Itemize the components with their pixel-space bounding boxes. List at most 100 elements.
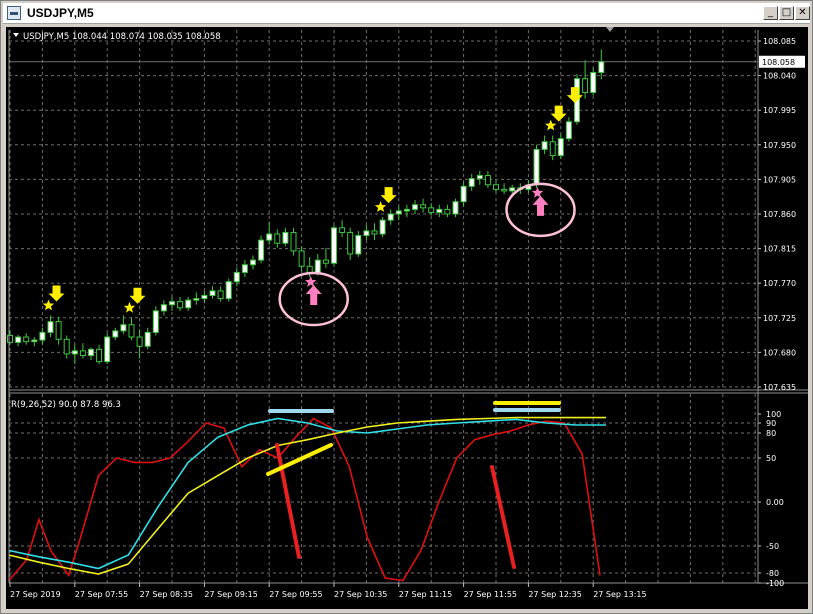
candle-body [395, 210, 402, 215]
indicator-tick-label: -50 [766, 542, 779, 551]
candle-body [533, 148, 540, 186]
candle-body [274, 233, 281, 244]
price-tick-label: 107.860 [763, 210, 796, 219]
price-tick-label: 107.635 [763, 383, 796, 392]
sell-signal-arrow [48, 285, 65, 302]
indicator-series-r26 [8, 417, 606, 570]
time-tick-label: 27 Sep 07:55 [75, 590, 128, 599]
buy-signal-arrow [532, 195, 549, 216]
candle-body [541, 141, 548, 150]
candle-body [403, 208, 410, 212]
candle-body [88, 348, 94, 356]
price-tick-label: 108.040 [763, 72, 796, 81]
up-arrow-icon [532, 195, 549, 216]
candle-body [177, 301, 184, 309]
candle-body [201, 295, 208, 300]
indicator-tick-label: -100 [766, 579, 784, 588]
price-tick-label: 107.995 [763, 106, 796, 115]
candle-body [549, 141, 556, 157]
candle-body [250, 259, 256, 266]
chart-header-text: USDJPY,M5 108.044 108.074 108.035 108.05… [23, 32, 221, 42]
chart-area[interactable]: 108.085 108.040 107.995 107.950 107.905 107.8… [6, 27, 808, 609]
candle-body [557, 138, 564, 157]
time-tick-label: 27 Sep 12:35 [528, 590, 581, 599]
candle-body [460, 185, 467, 203]
candle-body [112, 330, 119, 338]
price-tick-label: 107.680 [763, 348, 796, 357]
candle-body [241, 264, 248, 273]
candle-body [452, 201, 459, 215]
candle-body [31, 339, 38, 343]
chart-canvas[interactable]: 108.085 108.040 107.995 107.950 107.905 107.8… [6, 27, 808, 609]
candle-body [23, 336, 30, 343]
buy-signal-star-icon [305, 276, 317, 287]
title-bar[interactable]: USDJPY,M5 _ □ ✕ [3, 3, 810, 24]
candle-body [136, 336, 143, 347]
candle-body [282, 231, 289, 244]
candle-body [598, 61, 605, 74]
candle-body [7, 334, 13, 343]
candle-body [266, 233, 273, 241]
candle-body [55, 321, 62, 340]
maximize-button[interactable]: □ [779, 6, 794, 20]
candle-body [152, 310, 159, 333]
candle-body [306, 265, 313, 273]
axes: 108.085 108.040 107.995 107.950 107.905 107.8… [8, 27, 808, 599]
candle-body [387, 213, 394, 221]
indicator-tick-label: 100 [766, 410, 781, 419]
up-arrow-icon [305, 285, 322, 306]
candle-body [501, 188, 508, 192]
current-price-label: 108.058 [762, 58, 795, 67]
chart-menu-triangle-icon[interactable] [13, 33, 19, 37]
indicator-tick-label: 80 [766, 429, 776, 438]
time-tick-label: 27 Sep 13:15 [593, 590, 646, 599]
candle-body [428, 207, 435, 213]
candle-body [582, 78, 589, 94]
price-tick-label: 107.725 [763, 314, 796, 323]
candle-body [71, 350, 78, 355]
candle-body [476, 175, 483, 180]
indicator-tick-label: 50 [766, 454, 776, 463]
indicator-tick-label: 90 [766, 419, 776, 428]
candle-body [468, 178, 475, 187]
candle-body [355, 235, 362, 255]
close-button[interactable]: ✕ [795, 6, 810, 20]
drawn-trend-line [490, 465, 516, 569]
candle-body [331, 227, 337, 264]
grid-layer [9, 30, 758, 583]
signal-markers [42, 87, 583, 327]
indicator-highlight-bar [493, 401, 561, 405]
candle-body [363, 230, 370, 237]
minimize-button[interactable]: _ [763, 6, 778, 20]
chart-shift-marker-icon [606, 27, 614, 32]
down-arrow-icon [129, 287, 146, 304]
down-arrow-icon [550, 105, 567, 122]
candle-body [436, 208, 443, 213]
time-tick-label: 27 Sep 09:55 [269, 590, 322, 599]
sell-signal-star-icon [42, 299, 55, 311]
candle-body [39, 331, 46, 341]
candle-body [322, 259, 329, 264]
buy-signal-arrow [305, 285, 322, 306]
candle-body [444, 208, 451, 215]
price-tick-label: 107.950 [763, 141, 796, 150]
time-tick-label: 27 Sep 08:35 [140, 590, 193, 599]
candle-body [225, 281, 232, 300]
chart-header[interactable]: USDJPY,M5 108.044 108.074 108.035 108.05… [13, 32, 221, 42]
time-tick-label: 27 Sep 10:35 [334, 590, 387, 599]
candle-body [169, 301, 175, 306]
sell-signal-arrow [566, 87, 583, 104]
sell-signal-star-icon [374, 201, 387, 212]
candle-body [120, 324, 127, 332]
indicator-highlight-bar [268, 409, 334, 413]
down-arrow-icon [48, 285, 65, 302]
candle-body [128, 324, 135, 338]
candle-body [590, 72, 597, 94]
candle-body [217, 290, 224, 300]
chart-app-icon [7, 6, 21, 20]
candle-body [290, 231, 297, 252]
candle-body [104, 336, 111, 363]
price-tick-label: 107.770 [763, 279, 796, 288]
candle-body [209, 290, 216, 297]
down-arrow-icon [566, 87, 583, 104]
